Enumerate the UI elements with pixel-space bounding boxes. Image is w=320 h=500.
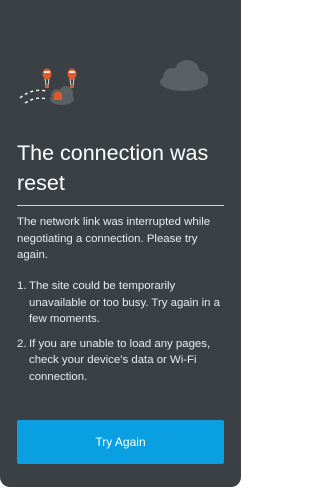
- balloon-icon: [42, 68, 52, 88]
- figure-icon: [54, 91, 62, 100]
- cloud-icon: [160, 60, 208, 91]
- error-illustration: [19, 60, 208, 105]
- list-item-number: 2.: [17, 337, 27, 350]
- reasons-list: 1. The site could be temporarily unavail…: [17, 278, 229, 393]
- list-item: 2. If you are unable to load any pages, …: [17, 336, 229, 386]
- error-page: The connection was reset The network lin…: [0, 0, 241, 487]
- balloon-icon: [67, 68, 77, 88]
- page-title: The connection was reset: [17, 141, 209, 195]
- list-item-number: 1.: [17, 280, 27, 292]
- dashed-flight-path: [19, 89, 48, 104]
- try-again-button[interactable]: Try Again: [17, 420, 224, 464]
- divider: [17, 205, 224, 206]
- list-item-text: The site could be temporarily unavailabl…: [29, 280, 221, 325]
- error-description: The network link was interrupted while n…: [17, 216, 211, 261]
- list-item-text: If you are unable to load any pages, che…: [29, 337, 211, 383]
- list-item: 1. The site could be temporarily unavail…: [17, 278, 229, 328]
